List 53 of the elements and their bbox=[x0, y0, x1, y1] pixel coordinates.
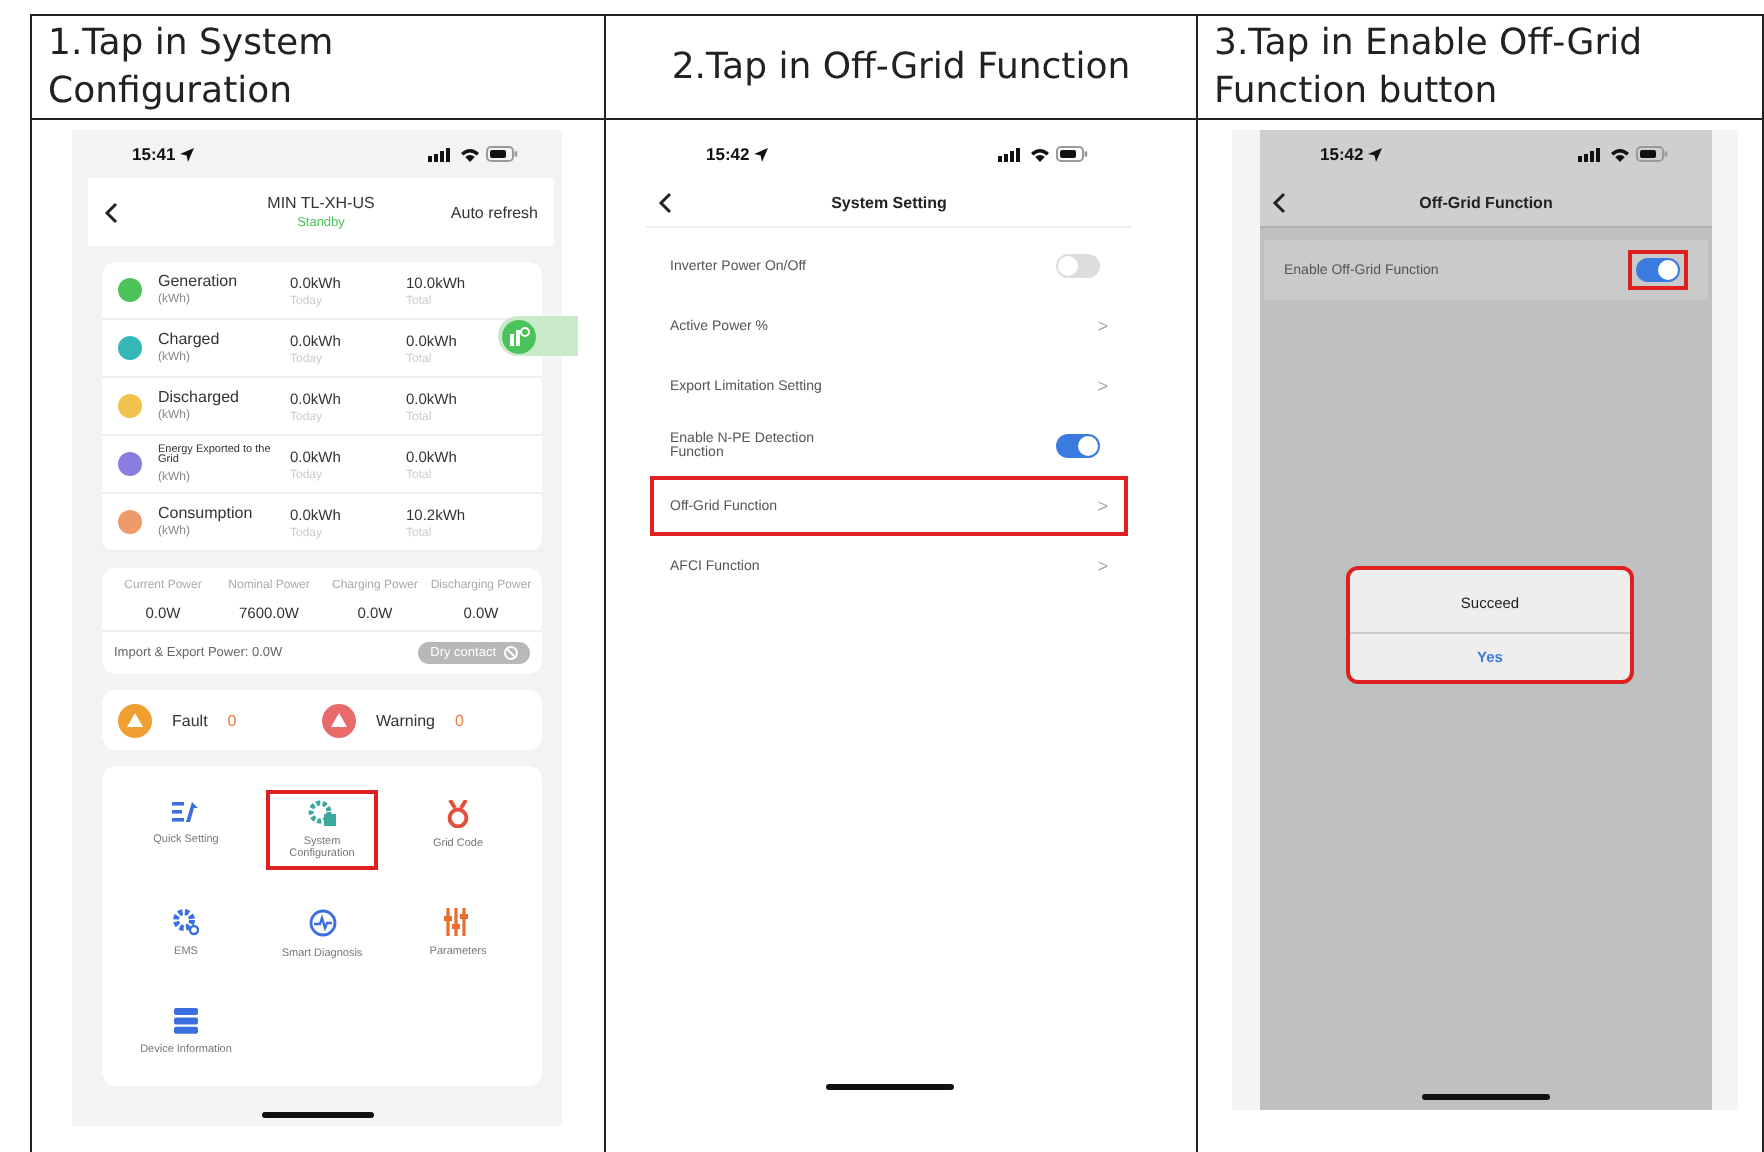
wifi-icon bbox=[1610, 147, 1630, 161]
battery-icon bbox=[1056, 146, 1088, 162]
location-arrow-icon bbox=[179, 147, 194, 161]
energy-label: Charged bbox=[158, 332, 222, 348]
no-entry-icon bbox=[504, 646, 518, 660]
home-indicator bbox=[261, 1112, 373, 1118]
home-indicator bbox=[1422, 1094, 1550, 1100]
gears-icon bbox=[172, 908, 200, 936]
auto-refresh-link[interactable]: Auto refresh bbox=[398, 203, 538, 221]
sliders-icon bbox=[444, 908, 472, 936]
toggle-switch[interactable] bbox=[1056, 434, 1100, 458]
alert-label: Fault bbox=[172, 711, 208, 729]
step-heading: 2.Tap in Off-Grid Function bbox=[671, 43, 1131, 91]
status-time: 15:41 bbox=[132, 144, 176, 164]
alert-count: 0 bbox=[227, 711, 237, 729]
pulse-circle-icon bbox=[307, 908, 337, 938]
signal-icon bbox=[998, 147, 1024, 161]
back-icon[interactable] bbox=[104, 201, 118, 223]
signal-icon bbox=[428, 147, 454, 161]
toggle-switch[interactable] bbox=[1056, 254, 1100, 278]
signal-icon bbox=[1578, 147, 1604, 161]
battery-icon bbox=[1636, 146, 1668, 162]
device-title: MIN TL-XH-US bbox=[267, 194, 375, 212]
toggle-switch[interactable] bbox=[1636, 258, 1680, 282]
chevron-icon: > bbox=[1097, 556, 1108, 576]
battery-icon bbox=[486, 146, 518, 162]
screen-title: Off-Grid Function bbox=[1417, 193, 1555, 211]
alert-label: Warning bbox=[376, 711, 435, 729]
alert-count: 0 bbox=[455, 711, 464, 729]
step-heading: 3.Tap in Enable Off-Grid Function button bbox=[1214, 20, 1645, 114]
chart-icon bbox=[502, 319, 536, 353]
back-icon[interactable] bbox=[1272, 191, 1286, 213]
energy-label: Consumption bbox=[158, 506, 255, 522]
wifi-icon bbox=[1030, 147, 1050, 161]
status-time: 15:42 bbox=[706, 144, 750, 164]
step-heading: 1.Tap in System Configuration bbox=[48, 20, 336, 114]
energy-label: Discharged bbox=[158, 390, 241, 406]
energy-label: Generation bbox=[158, 274, 240, 290]
medal-icon bbox=[446, 800, 470, 828]
chevron-icon: > bbox=[1097, 376, 1108, 396]
chevron-icon: > bbox=[1097, 496, 1108, 516]
list-arrow-icon bbox=[172, 800, 200, 824]
status-time: 15:42 bbox=[1320, 144, 1364, 164]
home-indicator bbox=[825, 1084, 953, 1090]
back-icon[interactable] bbox=[658, 191, 672, 213]
screen-title: System Setting bbox=[829, 193, 949, 211]
location-arrow-icon bbox=[1367, 147, 1382, 161]
floating-chart-button[interactable] bbox=[498, 316, 578, 356]
gear-icon bbox=[308, 800, 336, 826]
wifi-icon bbox=[460, 147, 480, 161]
server-icon bbox=[174, 1008, 198, 1034]
chevron-icon: > bbox=[1097, 316, 1108, 336]
location-arrow-icon bbox=[753, 147, 768, 161]
